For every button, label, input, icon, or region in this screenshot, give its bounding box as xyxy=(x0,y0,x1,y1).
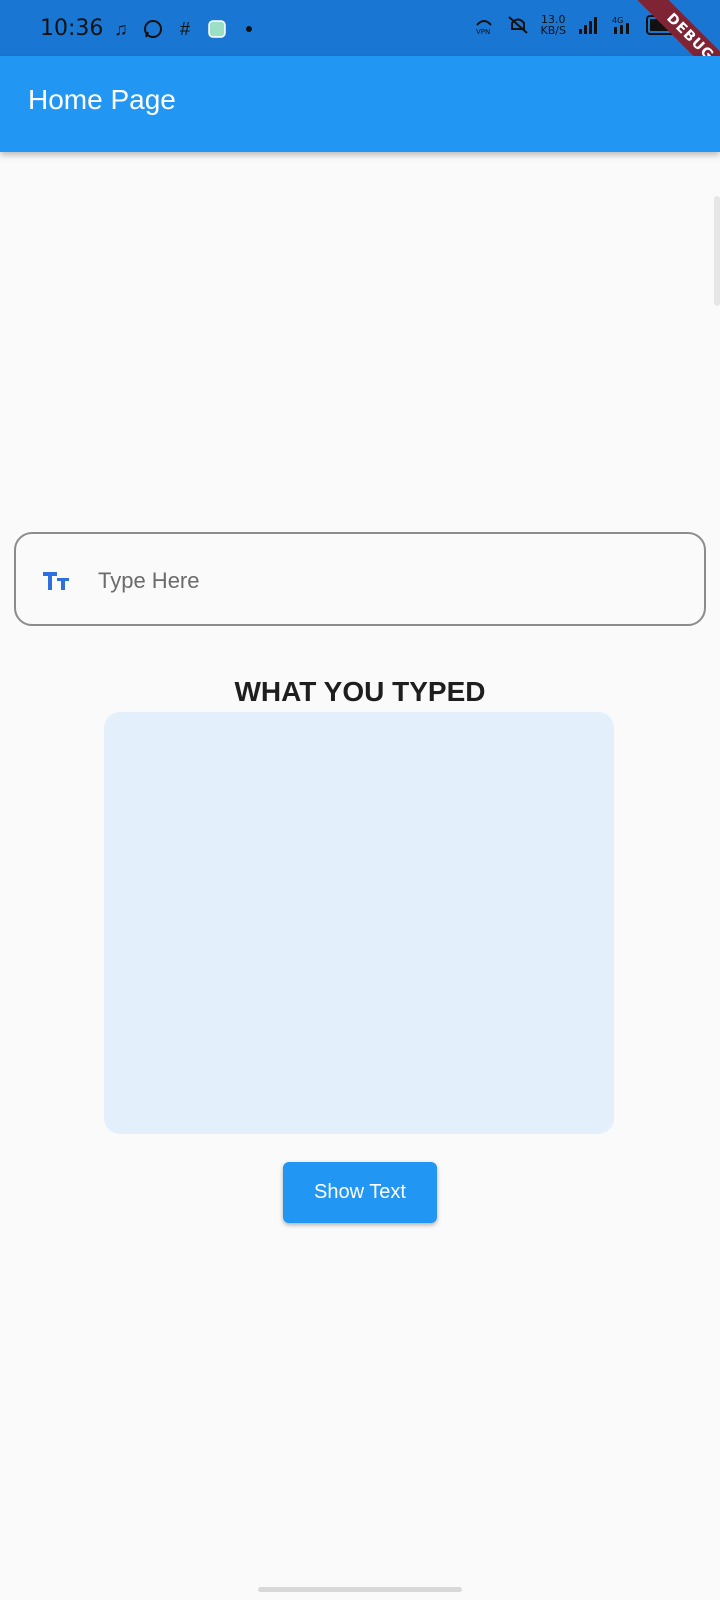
output-box xyxy=(104,712,614,1134)
output-heading: WHAT YOU TYPED xyxy=(234,676,486,707)
vpn-icon: VPN xyxy=(473,14,495,36)
music-note-icon: ♫ xyxy=(114,18,128,39)
status-left-icons: ♫ # xyxy=(110,18,252,40)
status-right-icons: VPN 13.0 KB/S 4G xyxy=(473,14,683,36)
show-text-button[interactable]: Show Text xyxy=(283,1162,437,1223)
scrollbar[interactable] xyxy=(714,196,720,306)
app-bar: Home Page xyxy=(0,56,720,152)
text-fields-icon xyxy=(42,568,70,592)
network-speed: 13.0 KB/S xyxy=(541,14,566,36)
text-input[interactable] xyxy=(96,562,680,600)
notification-dot-icon xyxy=(246,26,252,32)
svg-text:VPN: VPN xyxy=(476,28,490,35)
status-time: 10:36 xyxy=(40,16,104,41)
slack-icon: # xyxy=(179,18,190,39)
home-indicator[interactable] xyxy=(258,1587,462,1592)
svg-text:4G: 4G xyxy=(612,16,623,25)
status-bar: 10:36 ♫ # VPN 13.0 KB/S 4G DEBUG xyxy=(0,0,720,102)
mute-icon xyxy=(507,14,529,36)
page-title: Home Page xyxy=(28,84,176,115)
network-speed-unit: KB/S xyxy=(540,24,566,37)
whatsapp-icon xyxy=(142,18,164,40)
4g-icon: 4G xyxy=(612,14,634,36)
app-icon xyxy=(206,18,228,40)
signal-icon xyxy=(578,14,600,36)
text-input-field[interactable] xyxy=(14,532,706,626)
